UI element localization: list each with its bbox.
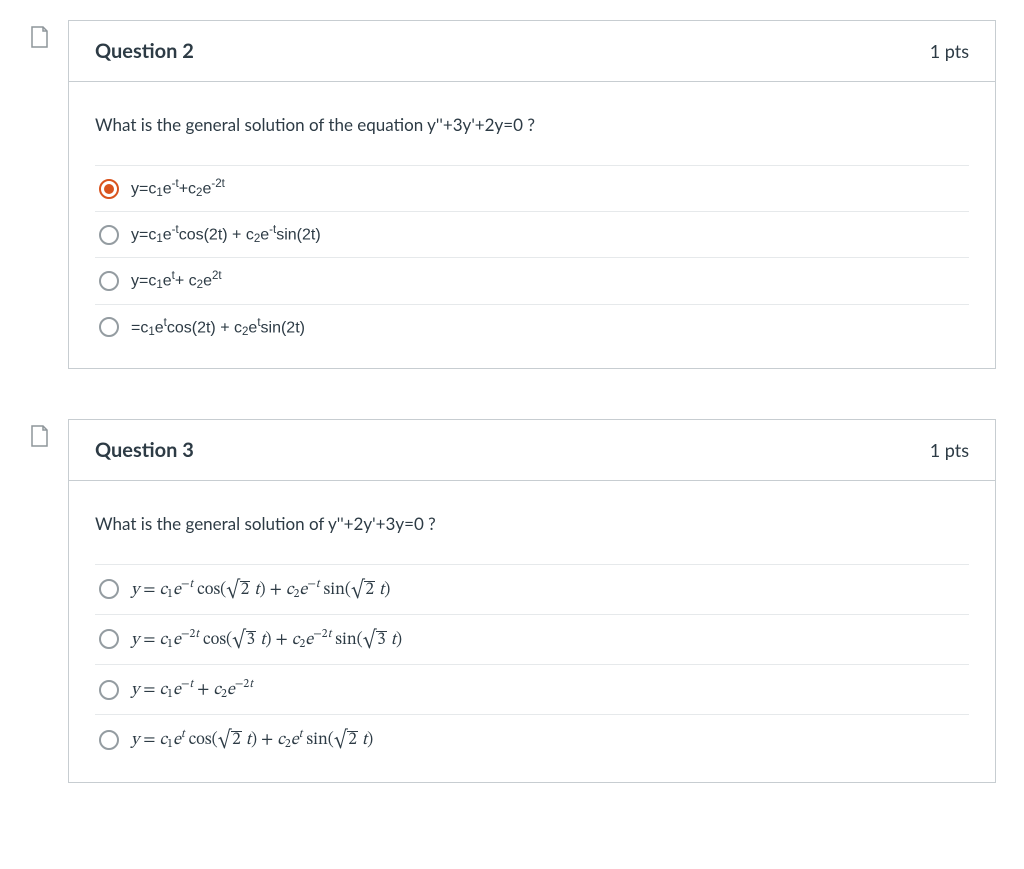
option-row[interactable]: y = c1e−2t cos(3 t) + c2e−2t sin(3 t) <box>95 614 969 664</box>
radio-icon[interactable] <box>99 271 119 291</box>
question-header: Question 3 1 pts <box>69 420 995 481</box>
radio-icon[interactable] <box>99 317 119 337</box>
question-points: 1 pts <box>930 439 969 461</box>
question-title: Question 3 <box>95 438 194 462</box>
option-row[interactable]: y = c1e−t cos(2 t) + c2e−t sin(2 t) <box>95 564 969 614</box>
radio-icon[interactable] <box>99 730 119 750</box>
option-row[interactable]: =c1etcos(2t) + c2etsin(2t) <box>95 304 969 350</box>
question-status-icon[interactable] <box>30 425 48 447</box>
option-label: y=c1e-tcos(2t) + c2e-tsin(2t) <box>131 224 321 245</box>
option-label: y = c1e−t + c2e−2t <box>131 677 253 702</box>
radio-icon[interactable] <box>99 225 119 245</box>
option-row[interactable]: y = c1e−t + c2e−2t <box>95 664 969 714</box>
option-row[interactable]: y=c1et+ c2e2t <box>95 257 969 303</box>
question-prompt: What is the general solution of y''+2y'+… <box>95 513 969 534</box>
question-block: Question 2 1 pts What is the general solut… <box>68 20 996 369</box>
question-header: Question 2 1 pts <box>69 21 995 82</box>
question-prompt: What is the general solution of the equa… <box>95 114 969 135</box>
question-title: Question 2 <box>95 39 194 63</box>
question-points: 1 pts <box>930 40 969 62</box>
radio-icon[interactable] <box>99 179 119 199</box>
question-block: Question 3 1 pts What is the general solut… <box>68 419 996 783</box>
option-row[interactable]: y=c1e-tcos(2t) + c2e-tsin(2t) <box>95 211 969 257</box>
radio-icon[interactable] <box>99 629 119 649</box>
question-status-icon[interactable] <box>30 26 48 48</box>
option-label: y = c1e−t cos(2 t) + c2e−t sin(2 t) <box>131 577 390 602</box>
radio-icon[interactable] <box>99 680 119 700</box>
radio-icon[interactable] <box>99 579 119 599</box>
option-label: y=c1e-t+c2e-2t <box>131 178 225 199</box>
option-label: =c1etcos(2t) + c2etsin(2t) <box>131 317 305 338</box>
option-label: y = c1et cos(2 t) + c2et sin(2 t) <box>131 727 373 752</box>
option-row[interactable]: y = c1et cos(2 t) + c2et sin(2 t) <box>95 714 969 764</box>
option-row[interactable]: y=c1e-t+c2e-2t <box>95 165 969 211</box>
question-body: What is the general solution of y''+2y'+… <box>69 481 995 782</box>
option-label: y=c1et+ c2e2t <box>131 270 222 291</box>
option-label: y = c1e−2t cos(3 t) + c2e−2t sin(3 t) <box>131 627 402 652</box>
question-body: What is the general solution of the equa… <box>69 82 995 368</box>
